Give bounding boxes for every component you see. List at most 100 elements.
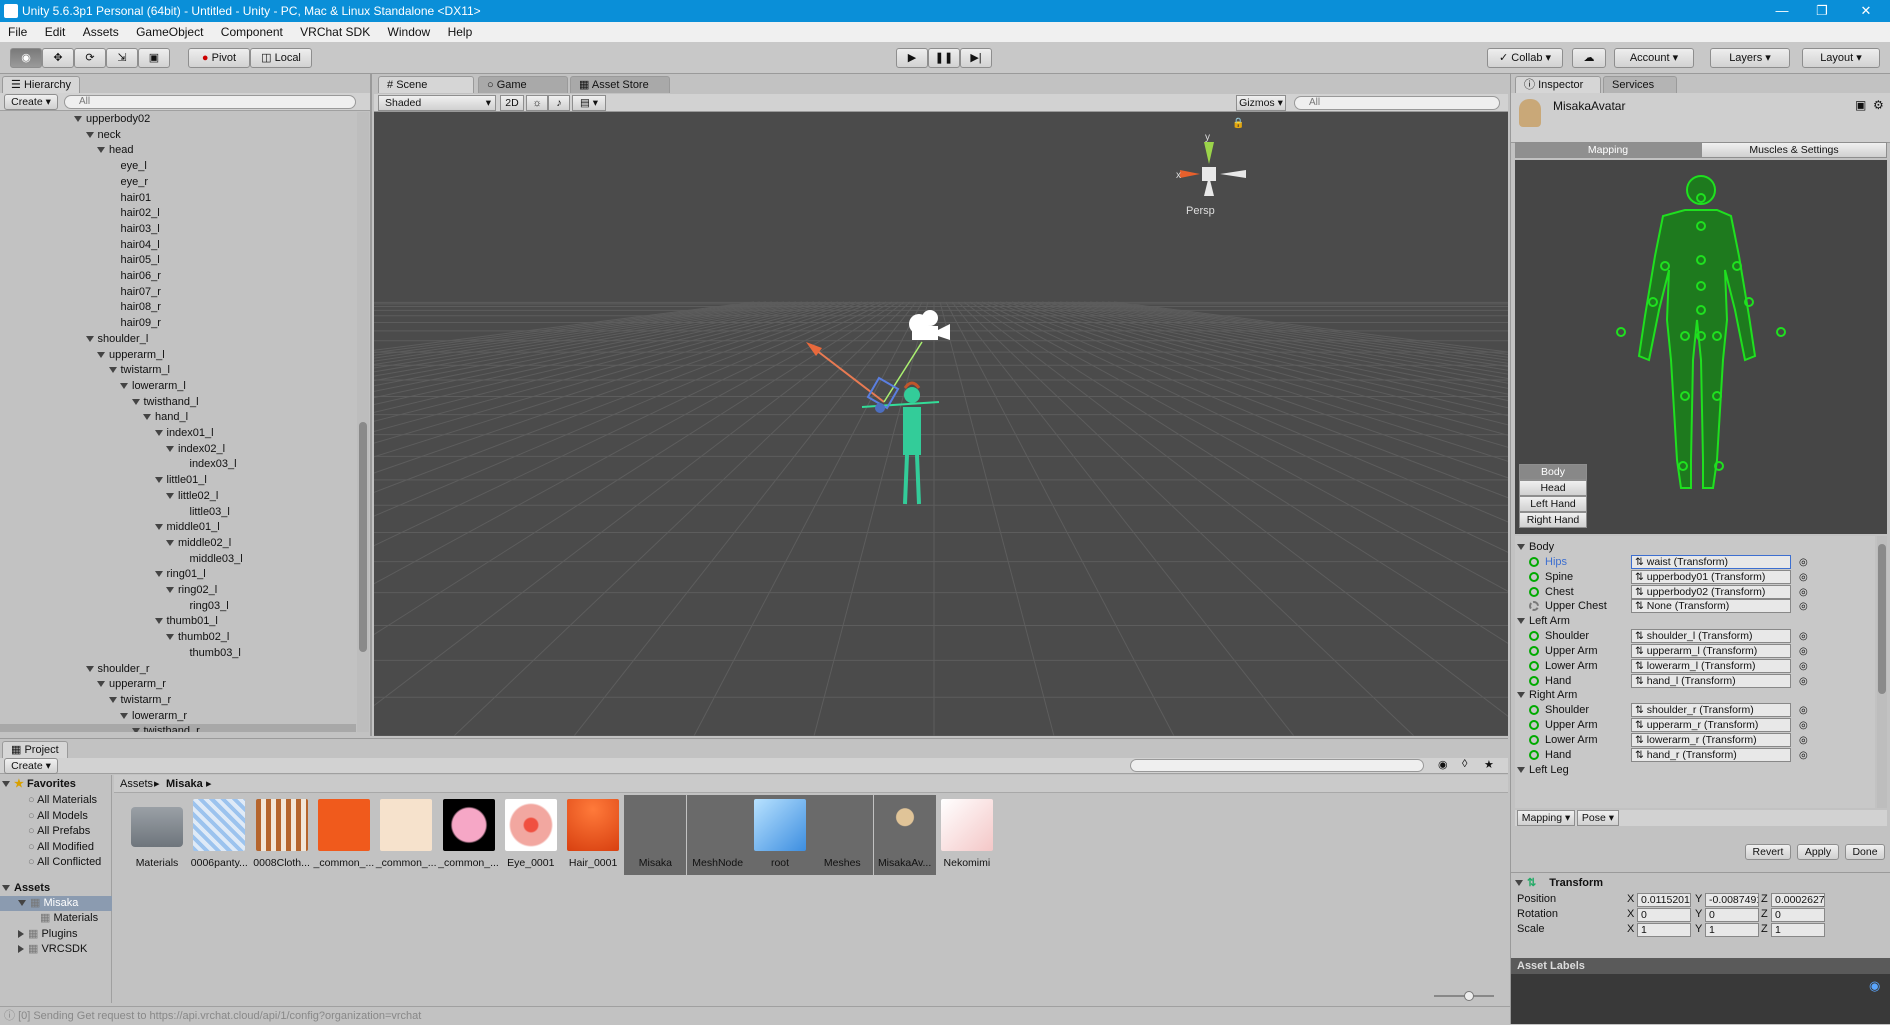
zoom-slider[interactable] (1434, 991, 1494, 1001)
hierarchy-item[interactable]: upperbody02 (0, 112, 356, 127)
tab-inspector[interactable]: ⓘ Inspector (1515, 76, 1601, 93)
asset-item[interactable]: 0008Cloth... (251, 795, 313, 875)
layout-dropdown[interactable]: Layout ▾ (1802, 48, 1880, 68)
breadcrumb-assets[interactable]: Assets (120, 777, 153, 792)
menu-component[interactable]: Component (221, 22, 283, 42)
done-button[interactable]: Done (1845, 844, 1885, 860)
hierarchy-item[interactable]: shoulder_l (0, 332, 356, 347)
zoom-slider-thumb[interactable] (1464, 991, 1474, 1001)
right-hand-view-button[interactable]: Right Hand (1519, 512, 1587, 528)
hierarchy-item[interactable]: hair02_l (0, 206, 356, 221)
bone-transform-field[interactable]: ⇅ lowerarm_r (Transform) (1631, 733, 1791, 747)
tab-services[interactable]: Services (1603, 76, 1677, 93)
hierarchy-item[interactable]: thumb02_l (0, 630, 356, 645)
favorite-item[interactable]: ○ All Materials (28, 793, 112, 808)
hierarchy-item[interactable]: twisthand_r (0, 724, 356, 732)
hierarchy-item[interactable]: twisthand_l (0, 395, 356, 410)
body-view-button[interactable]: Body (1519, 464, 1587, 480)
bone-transform-field[interactable]: ⇅ upperarm_r (Transform) (1631, 718, 1791, 733)
persp-label[interactable]: Persp (1186, 205, 1215, 217)
hierarchy-item[interactable]: upperarm_l (0, 348, 356, 363)
hierarchy-item[interactable]: hair05_l (0, 253, 356, 268)
hierarchy-item[interactable]: middle01_l (0, 520, 356, 535)
transform-y-field[interactable]: -0.0087491 (1705, 893, 1759, 907)
rect-tool-button[interactable]: ▣ (138, 48, 170, 68)
bone-transform-field[interactable]: ⇅ shoulder_r (Transform) (1631, 703, 1791, 718)
hierarchy-item[interactable]: hair08_r (0, 300, 356, 315)
favorite-item[interactable]: ○ All Modified (28, 840, 112, 855)
filter-label-icon[interactable]: ◊ (1462, 758, 1467, 770)
status-message[interactable]: [0] Sending Get request to https://api.v… (18, 1010, 421, 1022)
move-tool-button[interactable]: ✥ (42, 48, 74, 68)
favorite-item[interactable]: ○ All Prefabs (28, 824, 112, 839)
bone-transform-field[interactable]: ⇅ shoulder_l (Transform) (1631, 629, 1791, 644)
scene-search-input[interactable]: All (1294, 96, 1500, 110)
bone-transform-field[interactable]: ⇅ None (Transform) (1631, 599, 1791, 614)
subtab-muscles[interactable]: Muscles & Settings (1701, 142, 1887, 158)
object-picker-icon[interactable]: ◎ (1799, 718, 1808, 733)
cloud-button[interactable]: ☁ (1572, 48, 1606, 68)
hierarchy-item[interactable]: ring02_l (0, 583, 356, 598)
asset-item[interactable]: 0006panty... (188, 795, 250, 875)
asset-item[interactable]: Nekomimi (936, 795, 998, 875)
gear-icon[interactable]: ⚙ (1873, 98, 1884, 112)
asset-item[interactable]: _common_... (438, 795, 500, 875)
expand-arrow-icon[interactable] (131, 398, 140, 405)
asset-item[interactable]: MisakaAv... (873, 795, 936, 875)
hierarchy-item[interactable]: hand_l (0, 410, 356, 425)
expand-arrow-icon[interactable] (85, 335, 94, 342)
expand-arrow-icon[interactable] (108, 696, 117, 703)
layers-dropdown[interactable]: Layers ▾ (1710, 48, 1790, 68)
hierarchy-item[interactable]: hair01 (0, 191, 356, 206)
tag-icon[interactable]: ◉ (1869, 978, 1880, 994)
asset-item[interactable]: root (749, 795, 811, 875)
favorites-header[interactable]: ★ Favorites (2, 777, 76, 792)
bone-transform-field[interactable]: ⇅ upperbody01 (Transform) (1631, 569, 1791, 584)
object-picker-icon[interactable]: ◎ (1799, 585, 1808, 600)
bone-list-scrollbar[interactable] (1877, 536, 1887, 808)
step-button[interactable]: ▶| (960, 48, 992, 68)
hierarchy-item[interactable]: neck (0, 128, 356, 143)
expand-arrow-icon[interactable] (85, 665, 94, 672)
hierarchy-item[interactable]: little02_l (0, 489, 356, 504)
collab-dropdown[interactable]: ✓ Collab ▾ (1487, 48, 1563, 68)
project-search-input[interactable] (1130, 759, 1424, 772)
head-view-button[interactable]: Head (1519, 480, 1587, 496)
expand-arrow-icon[interactable] (143, 414, 151, 421)
favorite-item[interactable]: ○ All Models (28, 809, 112, 824)
menu-help[interactable]: Help (448, 22, 473, 42)
hierarchy-item[interactable]: middle03_l (0, 552, 356, 567)
hierarchy-item[interactable]: little03_l (0, 505, 356, 520)
effects-dropdown[interactable]: ▤ ▾ (572, 95, 606, 111)
hierarchy-item[interactable]: twistarm_l (0, 363, 356, 378)
mapping-dropdown[interactable]: Mapping ▾ (1517, 810, 1575, 826)
object-picker-icon[interactable]: ◎ (1799, 703, 1808, 718)
transform-z-field[interactable]: 0.0002627 (1771, 893, 1825, 907)
asset-folder-item[interactable]: ▦ Misaka (0, 895, 112, 911)
bone-list-scroll-thumb[interactable] (1878, 544, 1886, 694)
tab-project[interactable]: ▦ Project (2, 741, 68, 758)
expand-arrow-icon[interactable] (97, 681, 105, 688)
hierarchy-item[interactable]: ring03_l (0, 599, 356, 614)
menu-window[interactable]: Window (388, 22, 431, 42)
hierarchy-search-input[interactable]: All (64, 95, 356, 109)
revert-button[interactable]: Revert (1745, 844, 1791, 860)
transform-y-field[interactable]: 1 (1705, 923, 1759, 937)
expand-arrow-icon[interactable] (154, 524, 163, 531)
lock-icon[interactable]: 🔒 (1232, 117, 1244, 129)
expand-arrow-icon[interactable] (97, 351, 105, 358)
object-picker-icon[interactable]: ◎ (1799, 659, 1808, 674)
favorite-item[interactable]: ○ All Conflicted (28, 855, 112, 870)
tab-hierarchy[interactable]: ☰ Hierarchy (2, 76, 81, 93)
expand-arrow-icon[interactable] (154, 571, 163, 578)
play-button[interactable]: ▶ (896, 48, 928, 68)
filter-type-icon[interactable]: ◉ (1438, 758, 1448, 771)
expand-arrow-icon[interactable] (74, 116, 82, 123)
bone-group-header[interactable]: Left Leg (1517, 763, 1569, 778)
asset-item[interactable]: Materials (126, 795, 188, 875)
hierarchy-item[interactable]: hair09_r (0, 316, 356, 331)
transform-x-field[interactable]: 1 (1637, 923, 1691, 937)
rotate-tool-button[interactable]: ⟳ (74, 48, 106, 68)
hierarchy-scrollbar[interactable] (357, 112, 369, 732)
transform-x-field[interactable]: 0.0115201 (1637, 893, 1691, 907)
